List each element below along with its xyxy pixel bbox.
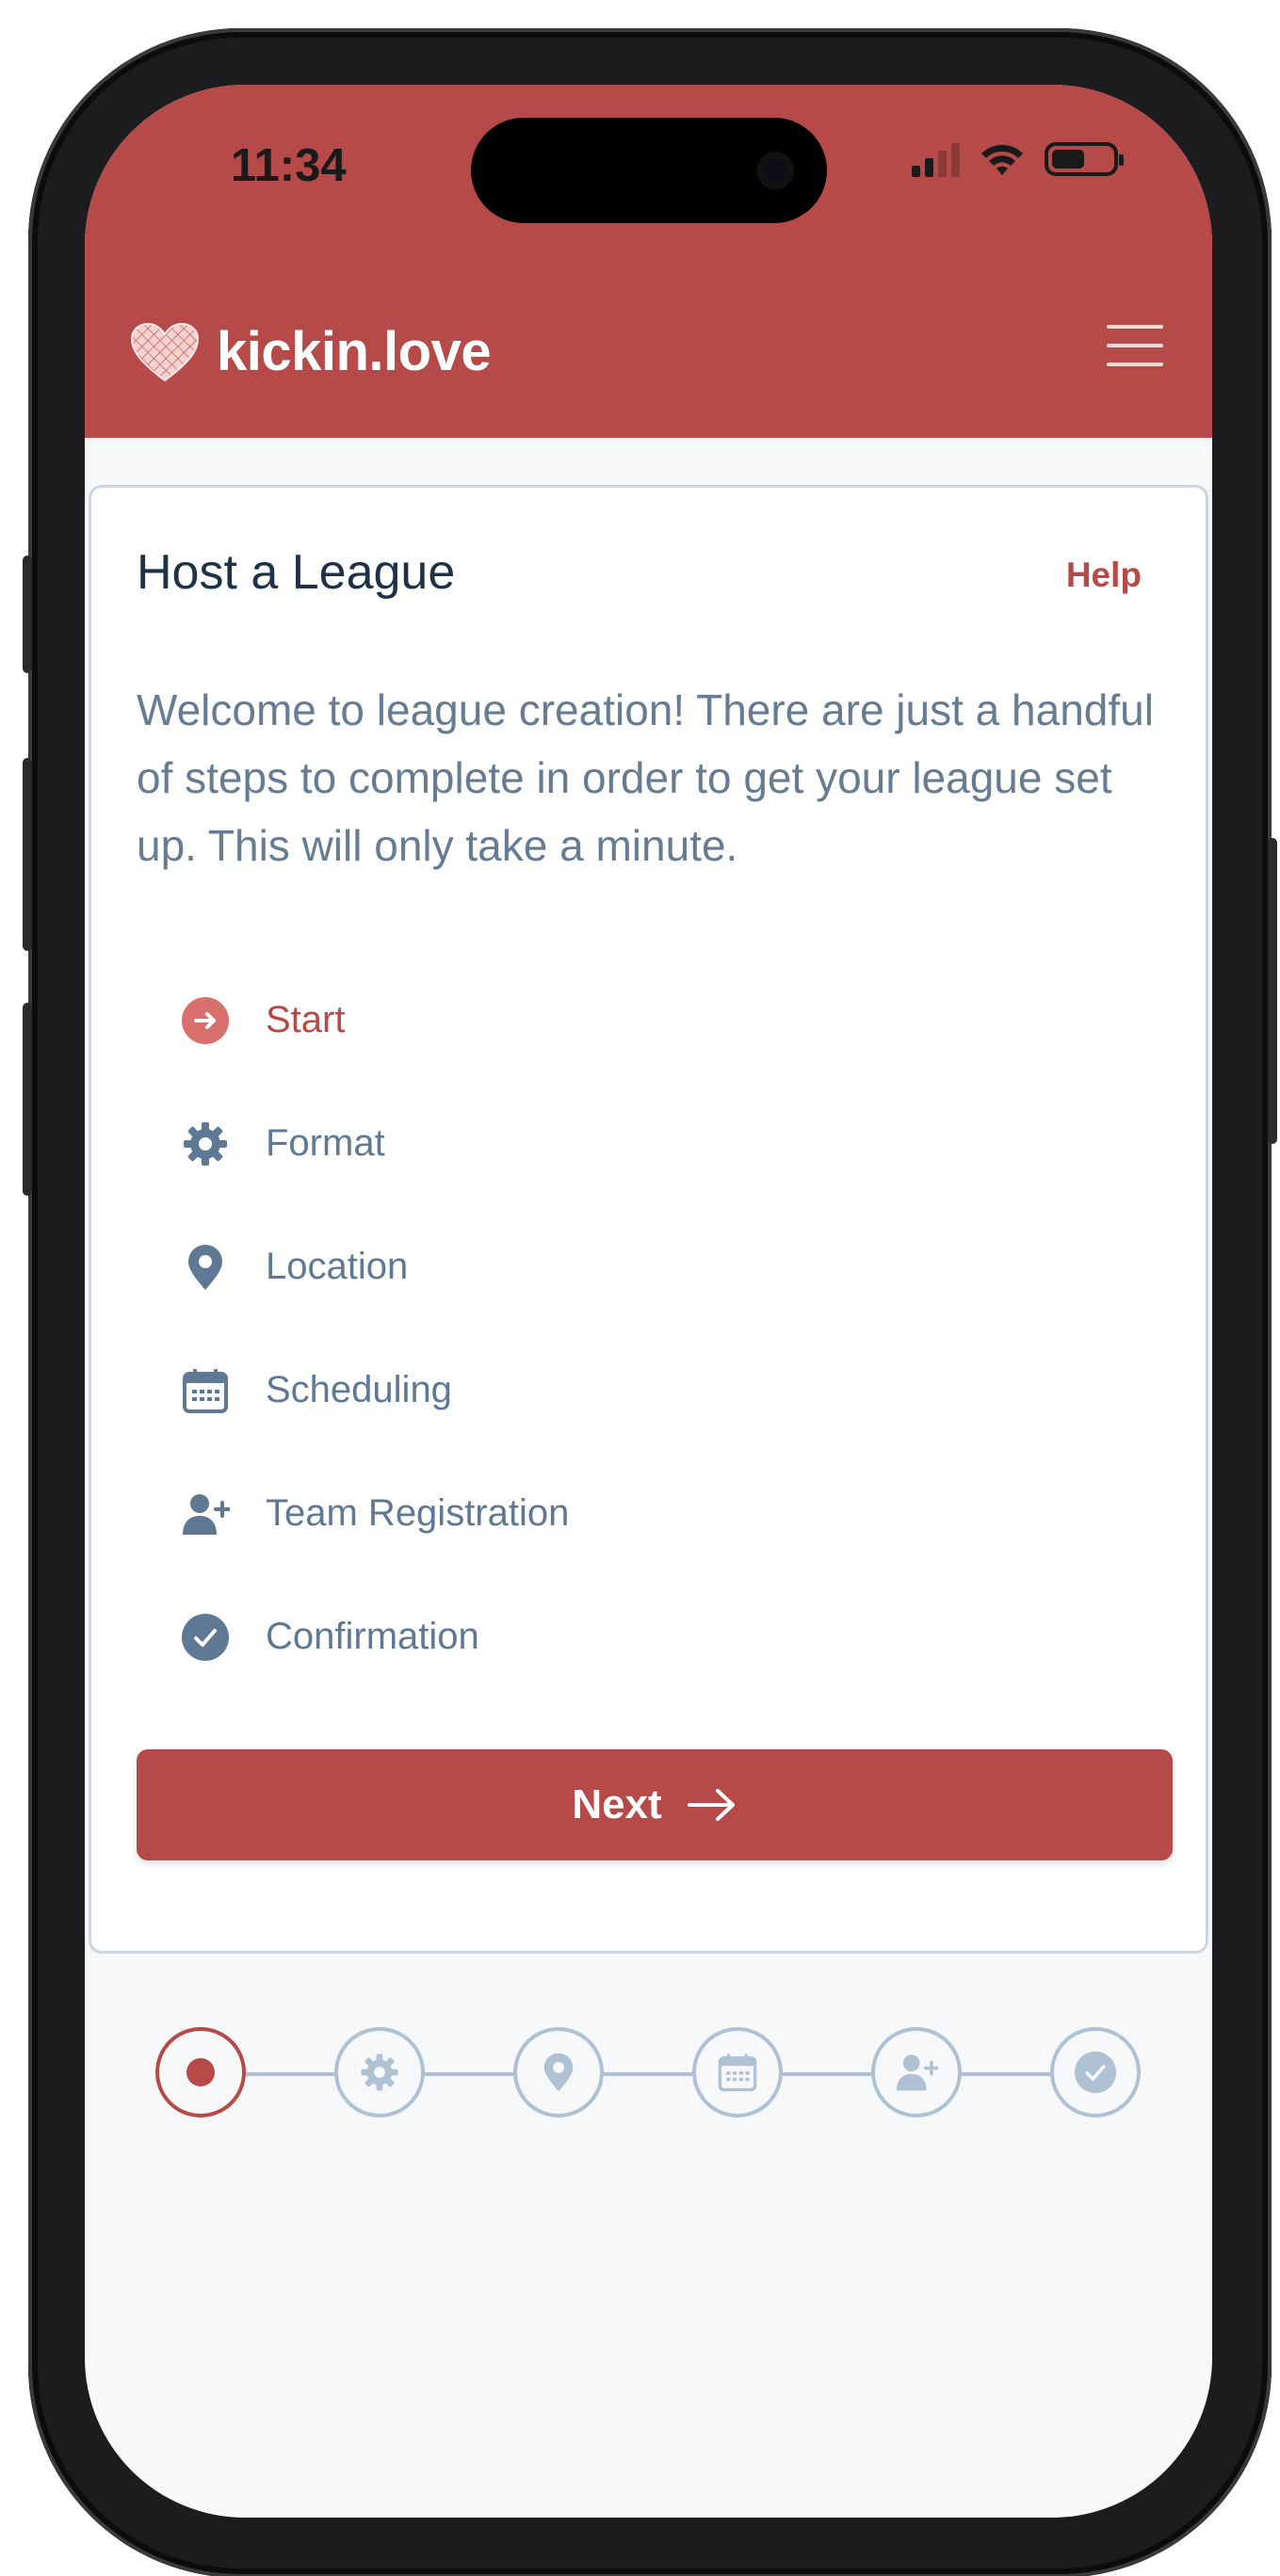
step-label: Location (266, 1246, 409, 1287)
next-label: Next (572, 1781, 662, 1827)
camera-icon (756, 152, 794, 189)
step-confirmation: Confirmation (181, 1575, 569, 1699)
stepper-node-confirmation[interactable] (1050, 2027, 1141, 2117)
host-league-card: Host a League Help Welcome to league cre… (89, 485, 1208, 1954)
calendar-icon (718, 2053, 757, 2092)
step-start: Start (181, 958, 569, 1082)
arrow-right-icon (687, 1789, 735, 1821)
hamburger-menu-icon[interactable] (1107, 325, 1163, 368)
page-title: Host a League (137, 545, 456, 600)
stepper-node-scheduling[interactable] (692, 2027, 783, 2117)
step-label: Confirmation (266, 1616, 479, 1657)
intro-text: Welcome to league creation! There are ju… (137, 685, 1154, 870)
signal-icon (912, 141, 960, 177)
volume-down-button (23, 1003, 32, 1196)
progress-stepper (85, 2027, 1212, 2121)
user-plus-icon (181, 1489, 230, 1538)
volume-up-button (23, 758, 32, 951)
dynamic-island (471, 118, 827, 223)
stepper-node-location[interactable] (513, 2027, 604, 2117)
action-button (23, 555, 32, 673)
app-header: 11:34 kickin.love (85, 85, 1212, 438)
power-button (1268, 838, 1277, 1144)
check-circle-icon (1074, 2051, 1117, 2094)
battery-icon (1045, 142, 1124, 176)
user-plus-icon (896, 2054, 938, 2091)
next-button[interactable]: Next (137, 1749, 1173, 1860)
heart-logo-icon (130, 322, 200, 381)
brand[interactable]: kickin.love (130, 320, 492, 383)
step-label: Team Registration (266, 1492, 570, 1534)
step-format: Format (181, 1082, 569, 1205)
help-link[interactable]: Help (1066, 555, 1142, 595)
phone-screen: 11:34 kickin.love Host a League Help Wel… (85, 85, 1212, 2518)
wifi-icon (981, 144, 1023, 175)
step-scheduling: Scheduling (181, 1328, 569, 1452)
step-label: Start (266, 999, 346, 1040)
status-icons (912, 141, 1124, 177)
step-label: Format (266, 1122, 385, 1164)
stepper-node-start[interactable] (155, 2027, 246, 2117)
calendar-icon (181, 1366, 230, 1415)
step-label: Scheduling (266, 1369, 452, 1410)
step-team-registration: Team Registration (181, 1452, 569, 1575)
arrow-right-circle-icon (181, 996, 230, 1045)
gear-icon (181, 1119, 230, 1168)
step-location: Location (181, 1205, 569, 1328)
stepper-node-team-registration[interactable] (871, 2027, 962, 2117)
steps-list: Start Format Location Scheduling Team Re… (181, 958, 569, 1699)
stepper-node-format[interactable] (334, 2027, 425, 2117)
check-circle-icon (181, 1613, 230, 1662)
brand-name: kickin.love (217, 321, 492, 382)
map-pin-icon (181, 1243, 230, 1292)
gear-icon (361, 2053, 398, 2091)
dot-icon (186, 2058, 215, 2086)
status-time: 11:34 (231, 140, 347, 191)
map-pin-icon (543, 2053, 574, 2092)
